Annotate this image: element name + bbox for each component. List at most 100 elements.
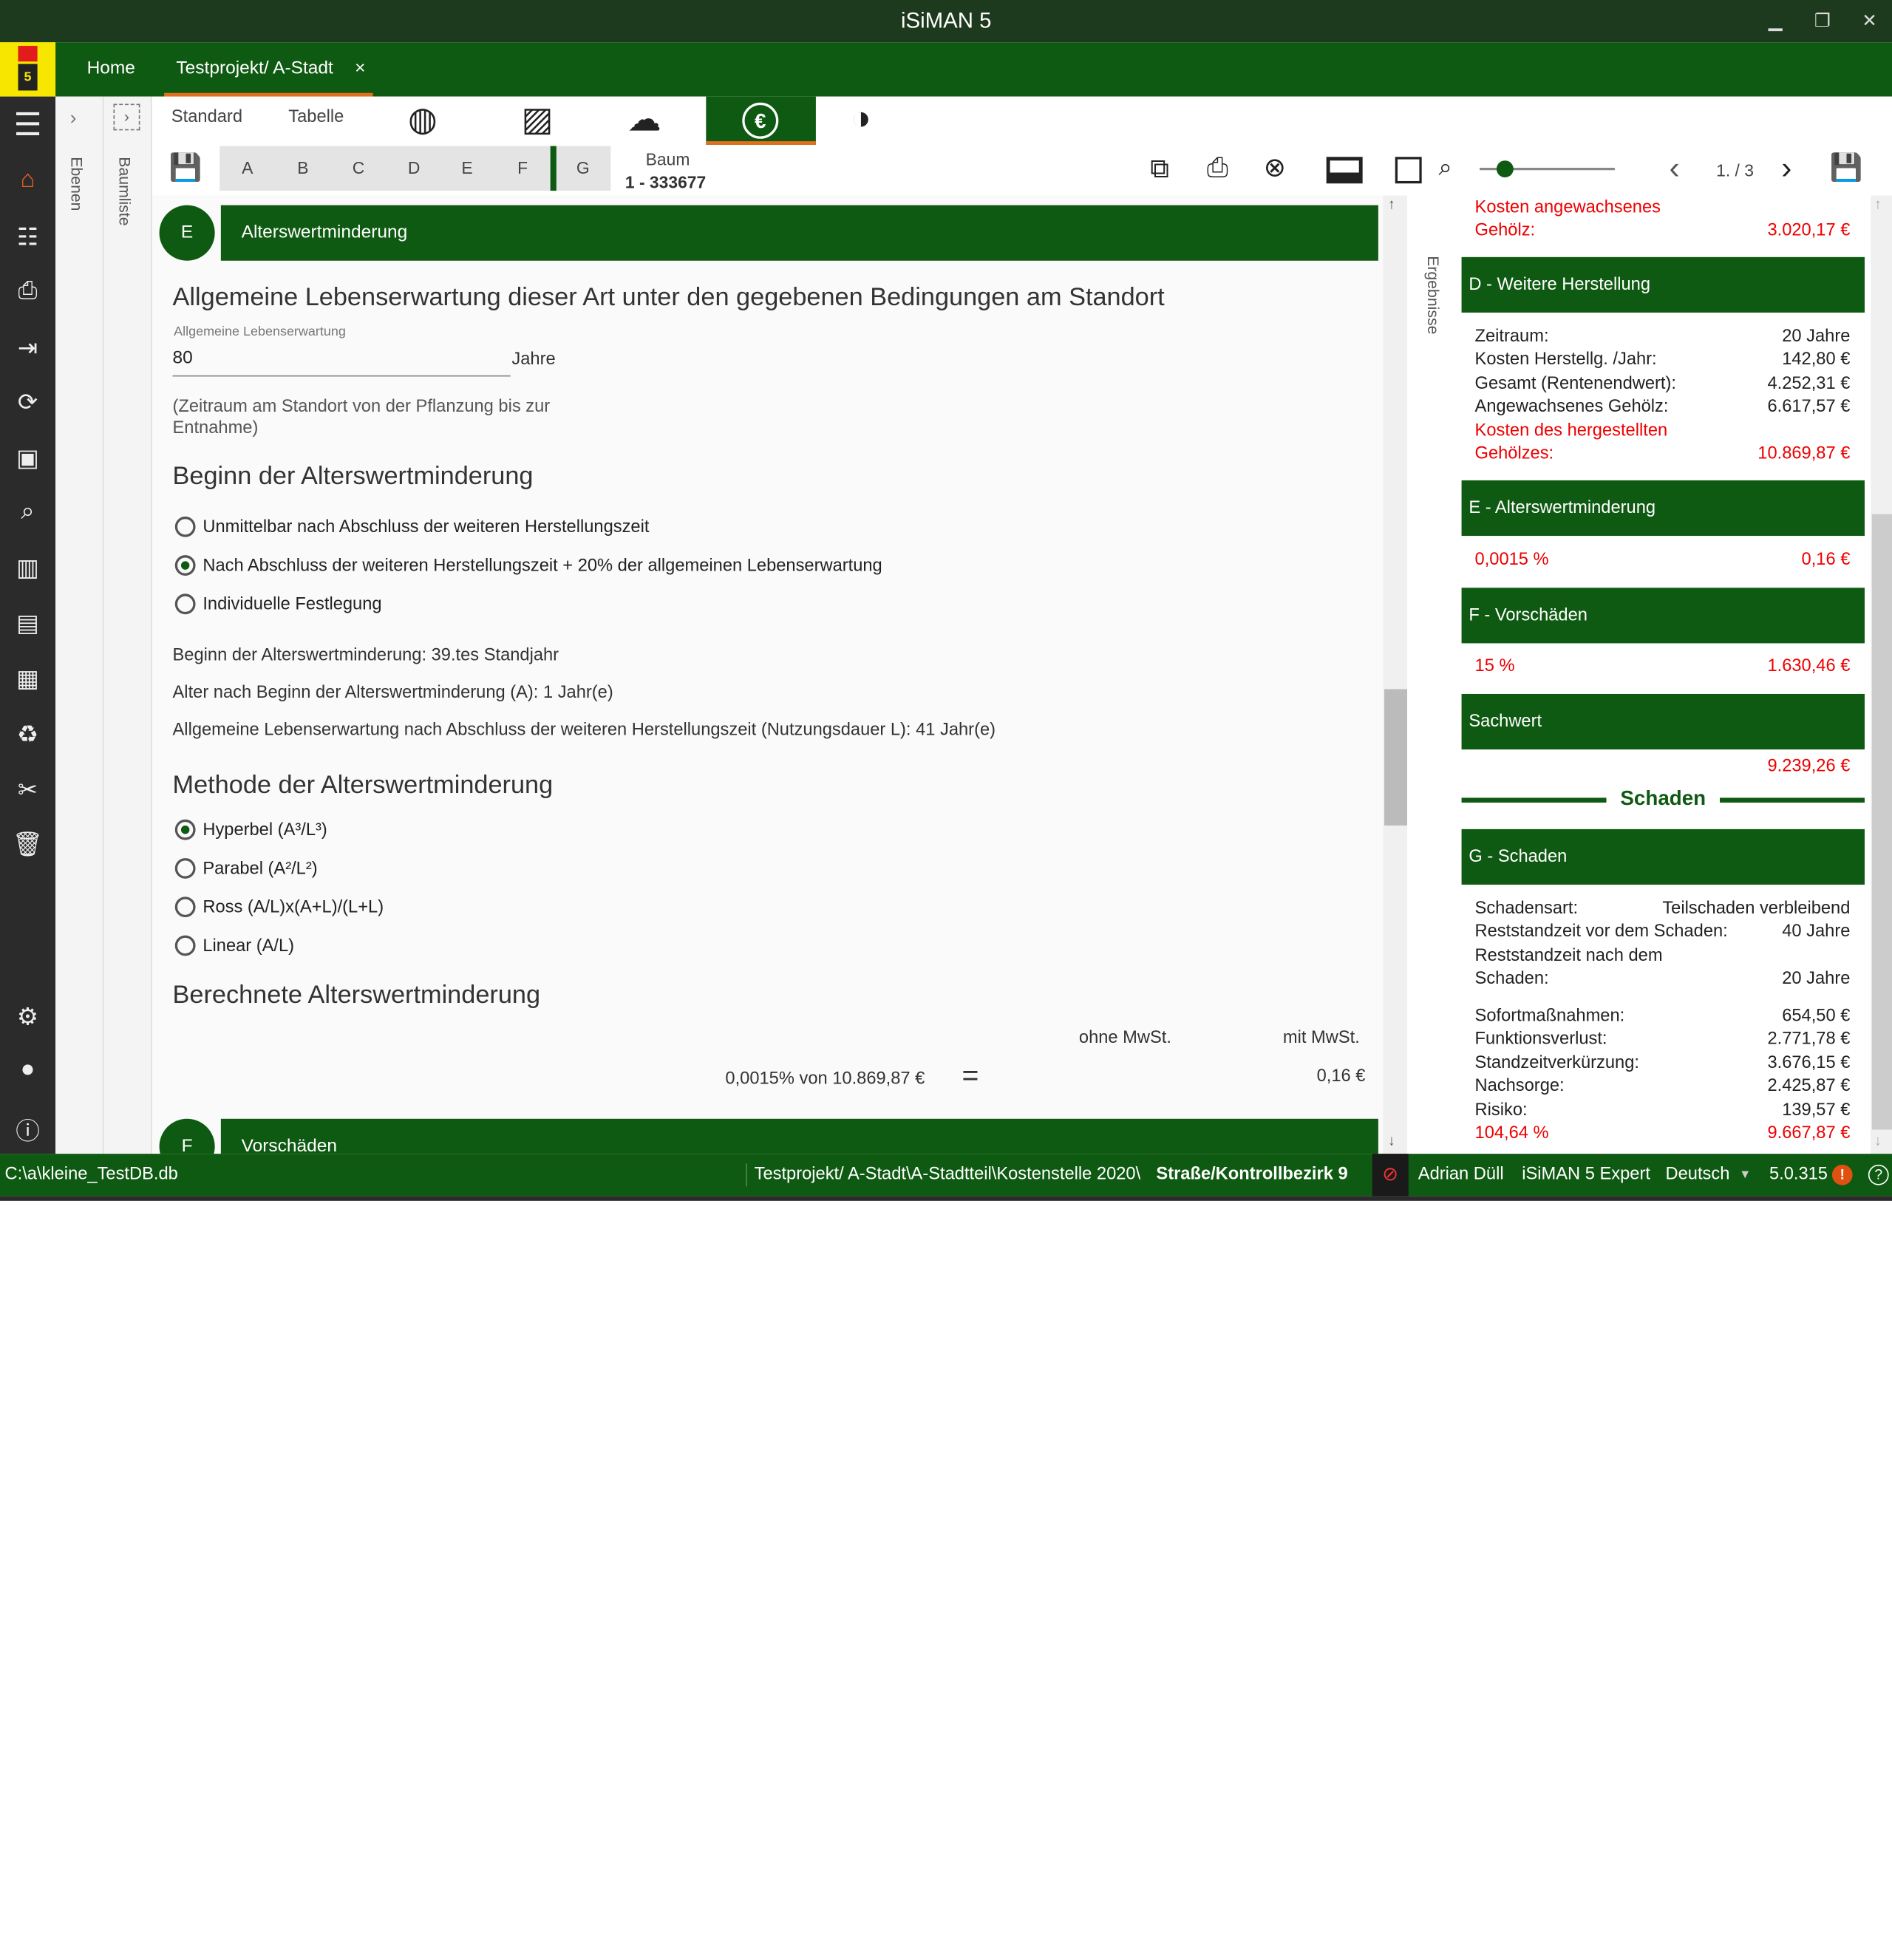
results-scrollbar[interactable]: ↑ ↓ (1871, 195, 1892, 1154)
methode-radio-2[interactable] (174, 858, 196, 879)
scroll-down-icon[interactable]: ↓ (1388, 1132, 1395, 1149)
fullscreen-icon[interactable] (1395, 157, 1422, 184)
clipboard-icon[interactable]: ▤ (0, 608, 55, 639)
status-language[interactable]: Deutsch (1666, 1154, 1730, 1196)
layout-icon[interactable] (1326, 157, 1363, 184)
cancel-icon[interactable]: ⊗ (1264, 152, 1286, 183)
recycle-icon[interactable]: ♻ (0, 719, 55, 749)
table-edit-icon[interactable]: ▦ (0, 664, 55, 694)
user-icon[interactable]: ● (0, 1056, 55, 1084)
results-scroll-thumb[interactable] (1871, 514, 1892, 1130)
euro-icon: € (742, 102, 779, 139)
g-rest-nach-row-2: Schaden: 20 Jahre (1475, 969, 1851, 993)
print-icon[interactable]: ⎙ (1207, 152, 1228, 183)
beginn-option-2[interactable]: Nach Abschluss der weiteren Herstellungs… (203, 557, 882, 576)
image-import-icon[interactable]: ▣ (0, 443, 55, 473)
tab-valuation[interactable]: € (706, 96, 816, 145)
image-icon[interactable]: ▨ (521, 99, 553, 139)
previous-page-icon[interactable]: ‹ (1669, 149, 1679, 187)
info-icon[interactable]: ⓘ (0, 1112, 55, 1146)
section-f-badge: F (159, 1118, 215, 1154)
expand-ebenen-icon[interactable]: › (70, 109, 77, 130)
methode-option-1[interactable]: Hyperbel (A³/L³) (203, 820, 327, 840)
g-rest-nach-value: 20 Jahre (1782, 969, 1851, 989)
tools-icon[interactable]: ✂ (0, 775, 55, 805)
beginn-radio-1[interactable] (174, 516, 196, 537)
section-link-g[interactable]: G (555, 146, 610, 191)
section-link-f[interactable]: F (495, 146, 551, 191)
methode-radio-4[interactable] (174, 935, 196, 956)
chart-icon[interactable]: ▥ (0, 553, 55, 583)
window-title: iSiMAN 5 (901, 8, 992, 33)
ergebnisse-strip[interactable]: Ergebnisse (1407, 195, 1460, 1154)
expand-baumliste-icon[interactable]: › (113, 103, 140, 131)
d-total-label-2: Gehölzes: (1474, 443, 1554, 464)
ergebnisse-label: Ergebnisse (1423, 256, 1443, 335)
tree-crown-icon[interactable]: ◑ (851, 99, 871, 137)
scroll-up-icon[interactable]: ↑ (1388, 196, 1395, 213)
beginn-option-3[interactable]: Individuelle Festlegung (203, 595, 381, 614)
methode-option-4[interactable]: Linear (A/L) (203, 936, 294, 956)
close-window-button[interactable]: ✕ (1842, 0, 1892, 42)
lebenserwartung-note-1: (Zeitraum am Standort von der Pflanzung … (172, 397, 551, 417)
tab-home[interactable]: Home (87, 42, 135, 96)
e-percent: 0,0015 % (1474, 550, 1549, 570)
save-right-icon[interactable]: 💾 (1830, 152, 1863, 183)
lebenserwartung-input[interactable]: 80 (172, 345, 511, 377)
beginn-option-1[interactable]: Unmittelbar nach Abschluss der weiteren … (203, 518, 649, 537)
status-user[interactable]: Adrian Düll (1418, 1154, 1504, 1196)
section-link-d[interactable]: D (387, 146, 442, 191)
zoom-slider-handle[interactable] (1496, 160, 1514, 178)
app-logo: 5 (0, 42, 56, 97)
section-link-a[interactable]: A (220, 146, 275, 191)
help-icon[interactable]: ? (1868, 1164, 1889, 1185)
hamburger-menu-icon[interactable]: ☰ (0, 106, 55, 144)
g-row-label: Standzeitverkürzung: (1474, 1053, 1639, 1073)
f-value: 1.630,46 € (1767, 656, 1851, 676)
section-link-b[interactable]: B (275, 146, 330, 191)
favorite-icon[interactable]: ⧉ (1150, 153, 1169, 184)
results-scroll-up-icon[interactable]: ↑ (1874, 196, 1882, 213)
baum-label: Baum (645, 149, 690, 169)
berechnet-formula: 0,0015% von 10.869,87 € (725, 1069, 925, 1089)
warning-icon[interactable]: ! (1831, 1164, 1853, 1185)
col-ohne-mwst: ohne MwSt. (1078, 1028, 1171, 1048)
sync-off-icon[interactable]: ⊘ (1372, 1154, 1409, 1197)
d-total-value: 10.869,87 € (1757, 443, 1851, 464)
sync-icon[interactable]: ⟳ (0, 387, 55, 418)
section-link-c[interactable]: C (330, 146, 386, 191)
e-value: 0,16 € (1801, 550, 1851, 570)
main-scroll-thumb[interactable] (1384, 689, 1408, 826)
tab-close-icon[interactable]: × (355, 42, 365, 94)
tree-icon[interactable]: ☁ (627, 99, 661, 139)
zoom-icon[interactable]: ⌕ (1439, 154, 1452, 183)
trash-icon[interactable]: 🗑 (0, 829, 55, 860)
results-scroll-down-icon[interactable]: ↓ (1874, 1132, 1882, 1149)
settings-icon[interactable]: ⚙ (0, 1001, 55, 1032)
next-page-icon[interactable]: › (1781, 149, 1791, 187)
beginn-radio-3[interactable] (174, 593, 196, 615)
globe-icon[interactable]: ◍ (408, 99, 438, 139)
methode-option-3[interactable]: Ross (A/L)x(A+L)/(L+L) (203, 898, 384, 917)
section-link-e[interactable]: E (439, 146, 494, 191)
tab-project[interactable]: Testprojekt/ A-Stadt × (164, 42, 373, 97)
printer-icon[interactable]: ⎙ (0, 278, 55, 306)
database-search-icon[interactable]: ⌕ (0, 498, 55, 526)
methode-radio-3[interactable] (174, 896, 196, 918)
beginn-heading: Beginn der Alterswertminderung (172, 462, 534, 490)
main-scrollbar[interactable]: ↑ ↓ (1383, 195, 1408, 1154)
export-icon[interactable]: ⇥ (0, 333, 55, 364)
tab-standard[interactable]: Standard (171, 107, 242, 126)
baumliste-panel[interactable]: › Baumliste (103, 96, 152, 1154)
home-icon[interactable]: ⌂ (0, 166, 55, 194)
tab-project-label: Testprojekt/ A-Stadt (176, 58, 333, 79)
ebenen-panel[interactable]: › Ebenen (55, 96, 104, 1154)
language-dropdown-icon[interactable]: ▼ (1739, 1154, 1751, 1196)
save-icon[interactable]: 💾 (169, 152, 203, 183)
status-version: 5.0.315 (1769, 1164, 1828, 1184)
beginn-radio-2[interactable] (174, 555, 196, 576)
methode-radio-1[interactable] (174, 819, 196, 840)
methode-option-2[interactable]: Parabel (A²/L²) (203, 860, 317, 879)
sliders-icon[interactable]: ☷ (0, 222, 55, 252)
tab-tabelle[interactable]: Tabelle (288, 107, 344, 126)
